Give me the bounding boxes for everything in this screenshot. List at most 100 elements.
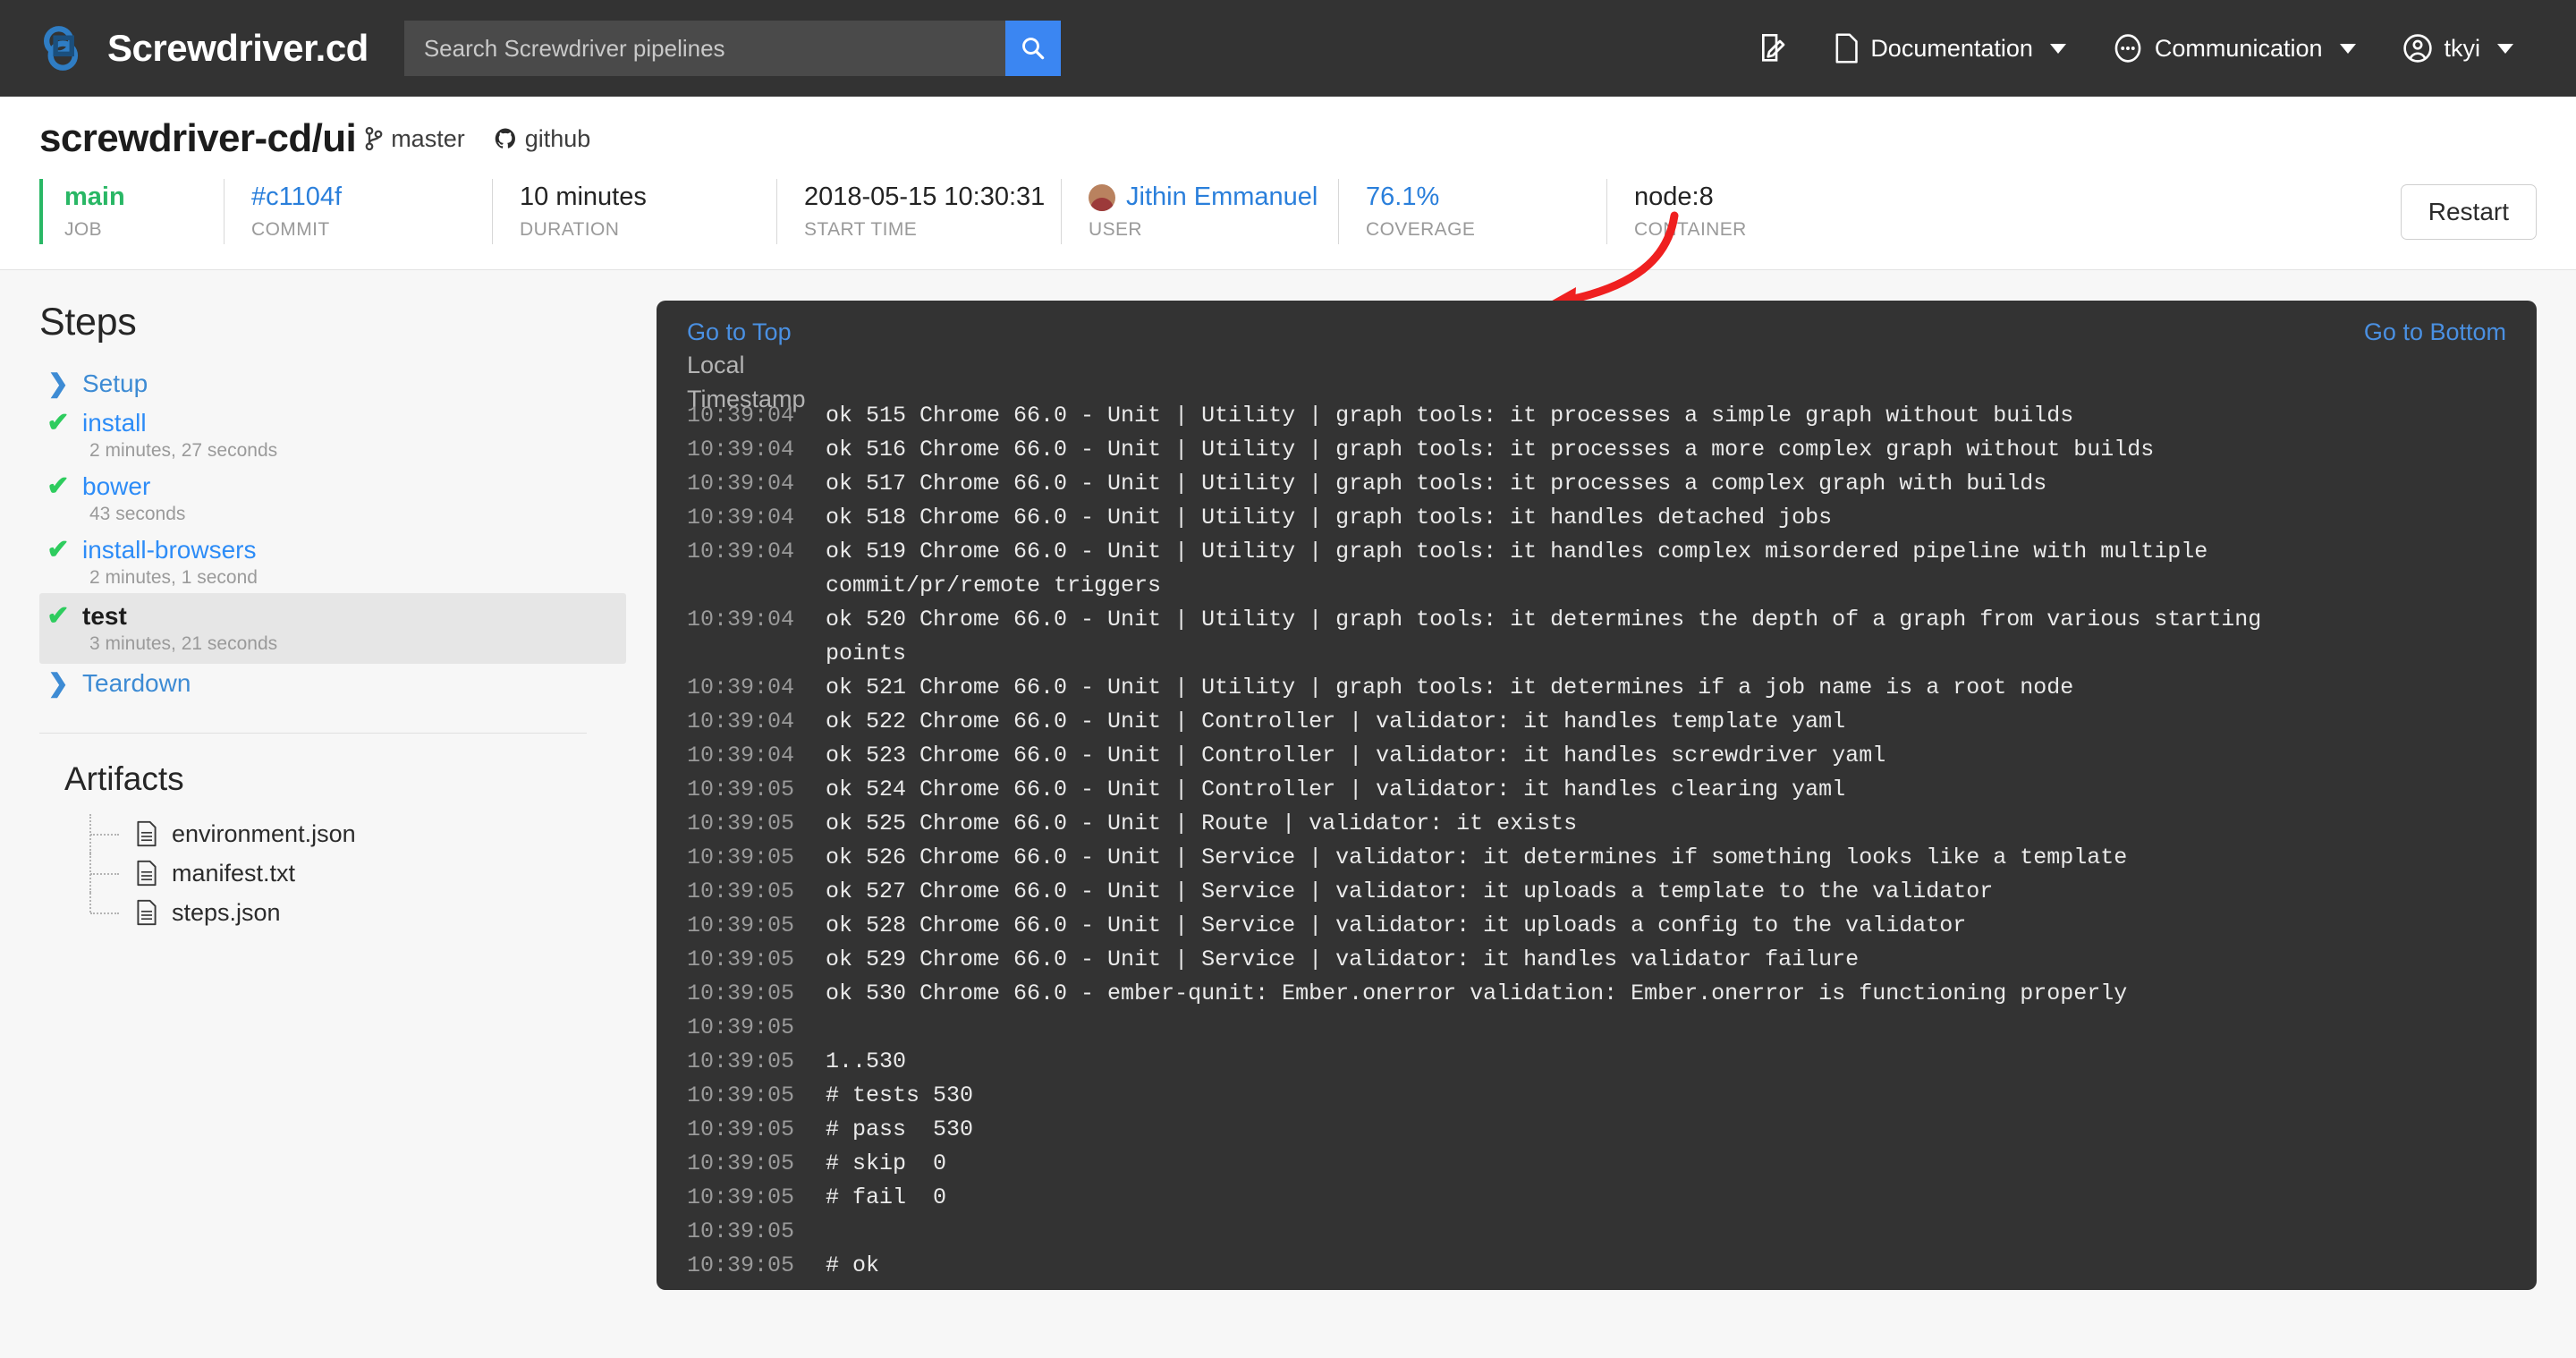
user-circle-icon [2402,34,2432,63]
sidebar-step-test[interactable]: ✔ test 3 minutes, 21 seconds [39,593,626,664]
artifact-item-manifest-txt[interactable]: manifest.txt [89,853,626,893]
log-timestamp: 10:39:05 [687,844,795,870]
log-line: points [687,637,2537,671]
log-timestamp: 10:39:05 [687,810,795,836]
artifacts-heading: Artifacts [64,760,184,797]
log-message: # pass 530 [826,1116,974,1142]
nav-item-user-menu[interactable]: tkyi [2379,33,2538,64]
artifact-name: steps.json [172,898,281,926]
search-icon [1021,38,1045,60]
log-message: ok 528 Chrome 66.0 - Unit | Service | va… [826,912,1967,938]
edit-document-icon [1762,34,1785,62]
file-icon [137,899,157,926]
log-message: ok 523 Chrome 66.0 - Unit | Controller |… [826,742,1886,768]
step-label: Setup [82,369,148,397]
log-message: ok 524 Chrome 66.0 - Unit | Controller |… [826,776,1846,802]
meta-cell-job: main JOB [39,179,224,244]
sidebar-step-teardown[interactable]: ❯ Teardown [39,664,626,702]
meta-value-job: main [64,182,125,211]
meta-label-job: JOB [64,219,103,240]
artifacts-tree: environment.json manifest.txt steps.json [89,814,626,932]
nav-item-communication[interactable]: Communication [2089,33,2379,64]
meta-label-start-time: START TIME [804,219,918,240]
meta-value-commit[interactable]: #c1104f [251,182,492,212]
log-timestamp: 10:39:05 [687,1252,795,1278]
console-log-lines[interactable]: 10:39:04 ok 515 Chrome 66.0 - Unit | Util… [657,399,2537,1290]
console-col-local: Local [687,352,745,378]
log-message: ok 516 Chrome 66.0 - Unit | Utility | gr… [826,436,2155,463]
nav-item-create-pipeline[interactable] [1735,32,1810,64]
log-line: 10:39:05 [687,1215,2537,1249]
brand-logo-link[interactable]: Screwdriver.cd [39,22,369,74]
search-input[interactable] [403,21,1005,76]
chevron-down-icon [2497,43,2513,54]
sidebar-step-install-browsers[interactable]: ✔ install-browsers 2 minutes, 1 second [39,530,626,593]
meta-cell-duration: 10 minutes DURATION [492,179,776,244]
pipeline-branch-scm: master github [365,125,590,153]
log-timestamp: 10:39:06 [687,1283,826,1290]
search-button[interactable] [1004,21,1061,76]
log-message: ok 520 Chrome 66.0 - Unit | Utility | gr… [826,606,2262,632]
check-icon: ✔ [47,535,70,564]
log-line: 10:39:05 ok 525 Chrome 66.0 - Unit | Rout… [687,807,2537,841]
step-label: bower [82,471,151,500]
chevron-right-icon: ❯ [47,669,69,697]
log-message: ok 530 Chrome 66.0 - ember-qunit: Ember.… [826,980,2128,1006]
log-line: 10:39:05 # fail 0 [687,1181,2537,1215]
meta-value-user[interactable]: Jithin Emmanuel [1089,182,1338,212]
log-timestamp [687,637,826,671]
log-timestamp: 10:39:05 [687,912,795,938]
check-icon: ✔ [47,471,70,501]
git-branch-icon [365,126,383,151]
log-message: 1..530 [826,1048,907,1074]
sidebar-divider [39,733,587,734]
step-label: Teardown [82,668,191,697]
meta-value-start-time: 2018-05-15 10:30:31 [804,182,1046,211]
log-timestamp: 10:39:04 [687,606,795,632]
go-to-bottom-link[interactable]: Go to Bottom [2364,318,2506,346]
github-icon [495,128,515,149]
log-line: 10:39:04 ok 515 Chrome 66.0 - Unit | Util… [687,399,2537,433]
restart-button[interactable]: Restart [2400,183,2537,240]
steps-sidebar: Steps ❯ Setup ✔ install 2 minutes, 27 se… [39,301,640,1290]
log-timestamp: 10:39:05 [687,1218,795,1244]
meta-value-coverage[interactable]: 76.1% [1366,182,1606,212]
log-timestamp: 10:39:05 [687,980,795,1006]
page-title: screwdriver-cd/ui [39,116,357,160]
artifact-name: environment.json [172,819,356,847]
log-timestamp [687,569,826,603]
log-line: 10:39:05 ok 530 Chrome 66.0 - ember-qunit… [687,977,2537,1011]
log-timestamp: 10:39:05 [687,1184,795,1210]
log-message: ok 527 Chrome 66.0 - Unit | Service | va… [826,878,1994,904]
go-to-top-link[interactable]: Go to Top [687,318,792,346]
artifact-item-environment-json[interactable]: environment.json [89,814,626,853]
log-message: ok 515 Chrome 66.0 - Unit | Utility | gr… [826,402,2074,429]
sidebar-step-setup[interactable]: ❯ Setup [39,364,626,403]
nav-item-documentation[interactable]: Documentation [1810,32,2089,64]
sidebar-step-bower[interactable]: ✔ bower 43 seconds [39,466,626,530]
step-duration: 3 minutes, 21 seconds [89,633,278,654]
sidebar-step-install[interactable]: ✔ install 2 minutes, 27 seconds [39,403,626,466]
log-line: 10:39:04 ok 523 Chrome 66.0 - Unit | Cont… [687,739,2537,773]
file-icon [137,860,157,887]
log-timestamp: 10:39:04 [687,504,795,530]
log-message: ok 518 Chrome 66.0 - Unit | Utility | gr… [826,504,1833,530]
pipeline-branch-label: master [391,124,465,152]
artifact-item-steps-json[interactable]: steps.json [89,893,626,932]
log-message: # ok [826,1252,880,1278]
meta-label-user: USER [1089,219,1142,240]
pipeline-meta-bar: main JOB #c1104f COMMIT 10 minutes DURAT… [39,179,2537,269]
log-line: 10:39:05 [687,1011,2537,1045]
meta-value-container: node:8 [1634,182,1714,211]
log-timestamp: 10:39:05 [687,776,795,802]
log-line: 10:39:04 ok 517 Chrome 66.0 - Unit | Util… [687,467,2537,501]
chat-bubble-icon [2114,34,2141,63]
meta-value-duration: 10 minutes [520,182,647,211]
log-line: 10:39:04 ok 521 Chrome 66.0 - Unit | Util… [687,671,2537,705]
log-line: 10:39:05 ok 524 Chrome 66.0 - Unit | Cont… [687,773,2537,807]
main-content: Steps ❯ Setup ✔ install 2 minutes, 27 se… [0,270,2576,1290]
pipeline-scm-label: github [524,124,591,152]
meta-cell-user: Jithin Emmanuel USER [1061,179,1338,244]
meta-label-commit: COMMIT [251,219,330,240]
meta-label-coverage: COVERAGE [1366,219,1476,240]
